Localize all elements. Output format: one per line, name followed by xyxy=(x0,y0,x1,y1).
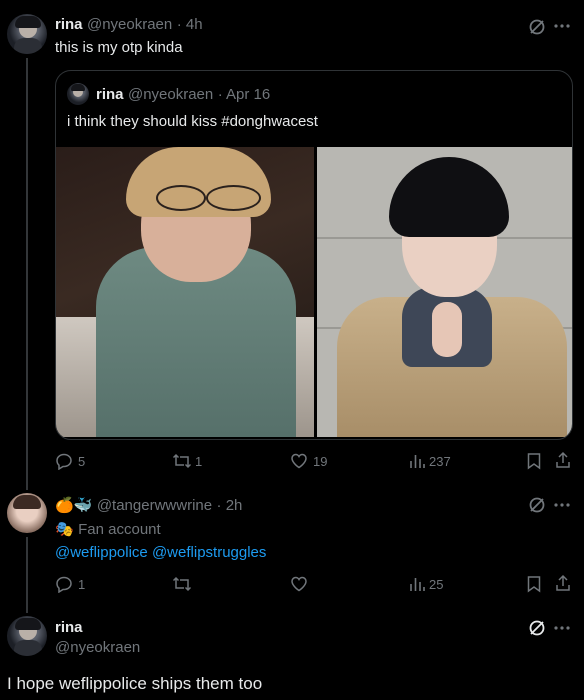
bookmark-icon[interactable] xyxy=(526,452,542,470)
timestamp: · Apr 16 xyxy=(217,86,271,103)
view-count: 237 xyxy=(429,454,451,469)
retweet-icon[interactable] xyxy=(172,575,192,593)
display-name[interactable]: 🍊🐳 xyxy=(55,497,92,514)
handle[interactable]: @nyeokraen xyxy=(55,639,140,656)
grok-icon[interactable] xyxy=(528,619,546,637)
tweet-text: I hope weflippolice ships them too xyxy=(7,674,263,693)
photo-2[interactable] xyxy=(317,147,572,437)
reply-count: 1 xyxy=(78,577,86,592)
photo-1[interactable] xyxy=(56,147,314,437)
bookmark-icon[interactable] xyxy=(526,575,542,593)
views-icon[interactable] xyxy=(408,452,426,470)
avatar[interactable] xyxy=(7,616,47,656)
quote-header: rina @nyeokraen · Apr 16 xyxy=(96,86,270,104)
avatar xyxy=(67,83,89,105)
reply-icon[interactable] xyxy=(55,575,73,593)
grok-icon[interactable] xyxy=(528,496,546,514)
thread-line xyxy=(26,537,28,613)
handle: @nyeokraen xyxy=(127,86,214,103)
like-icon[interactable] xyxy=(290,452,308,470)
thread-line xyxy=(26,58,28,490)
avatar[interactable] xyxy=(7,493,47,533)
like-icon[interactable] xyxy=(290,575,308,593)
share-icon[interactable] xyxy=(554,451,572,469)
reply-count: 5 xyxy=(78,454,86,469)
more-icon[interactable] xyxy=(554,626,570,630)
tweet-header: 🍊🐳 @tangerwwwrine · 2h xyxy=(55,496,242,515)
tweet-header: rina @nyeokraen · 4h xyxy=(55,16,203,34)
more-icon[interactable] xyxy=(554,24,570,28)
display-name[interactable]: rina xyxy=(55,619,83,636)
more-icon[interactable] xyxy=(554,503,570,507)
display-name: rina xyxy=(96,86,124,103)
tweet-text: this is my otp kinda xyxy=(55,39,183,56)
mention-link[interactable]: @weflipstruggles xyxy=(152,544,266,561)
share-icon[interactable] xyxy=(554,574,572,592)
retweet-icon[interactable] xyxy=(172,452,192,470)
display-name[interactable]: rina xyxy=(55,16,83,33)
timestamp[interactable]: · 2h xyxy=(217,497,243,514)
account-label-text: Fan account xyxy=(78,521,161,538)
avatar[interactable] xyxy=(7,14,47,54)
quoted-tweet[interactable]: rina @nyeokraen · Apr 16 i think they sh… xyxy=(55,70,573,440)
grok-icon[interactable] xyxy=(528,18,546,36)
reply-icon[interactable] xyxy=(55,452,73,470)
view-count: 25 xyxy=(429,577,444,592)
handle[interactable]: @nyeokraen xyxy=(87,16,172,33)
fan-account-icon: 🎭 xyxy=(55,521,74,538)
account-label: 🎭 Fan account xyxy=(55,520,161,539)
views-icon[interactable] xyxy=(408,575,426,593)
handle[interactable]: @tangerwwwrine xyxy=(97,497,212,514)
tweet-text: @weflippolice @weflipstruggles xyxy=(55,544,266,561)
quote-text: i think they should kiss #donghwacest xyxy=(67,113,318,130)
retweet-count: 1 xyxy=(195,454,203,469)
like-count: 19 xyxy=(313,454,328,469)
timestamp[interactable]: · 4h xyxy=(177,16,203,33)
mention-link[interactable]: @weflippolice xyxy=(55,544,148,561)
